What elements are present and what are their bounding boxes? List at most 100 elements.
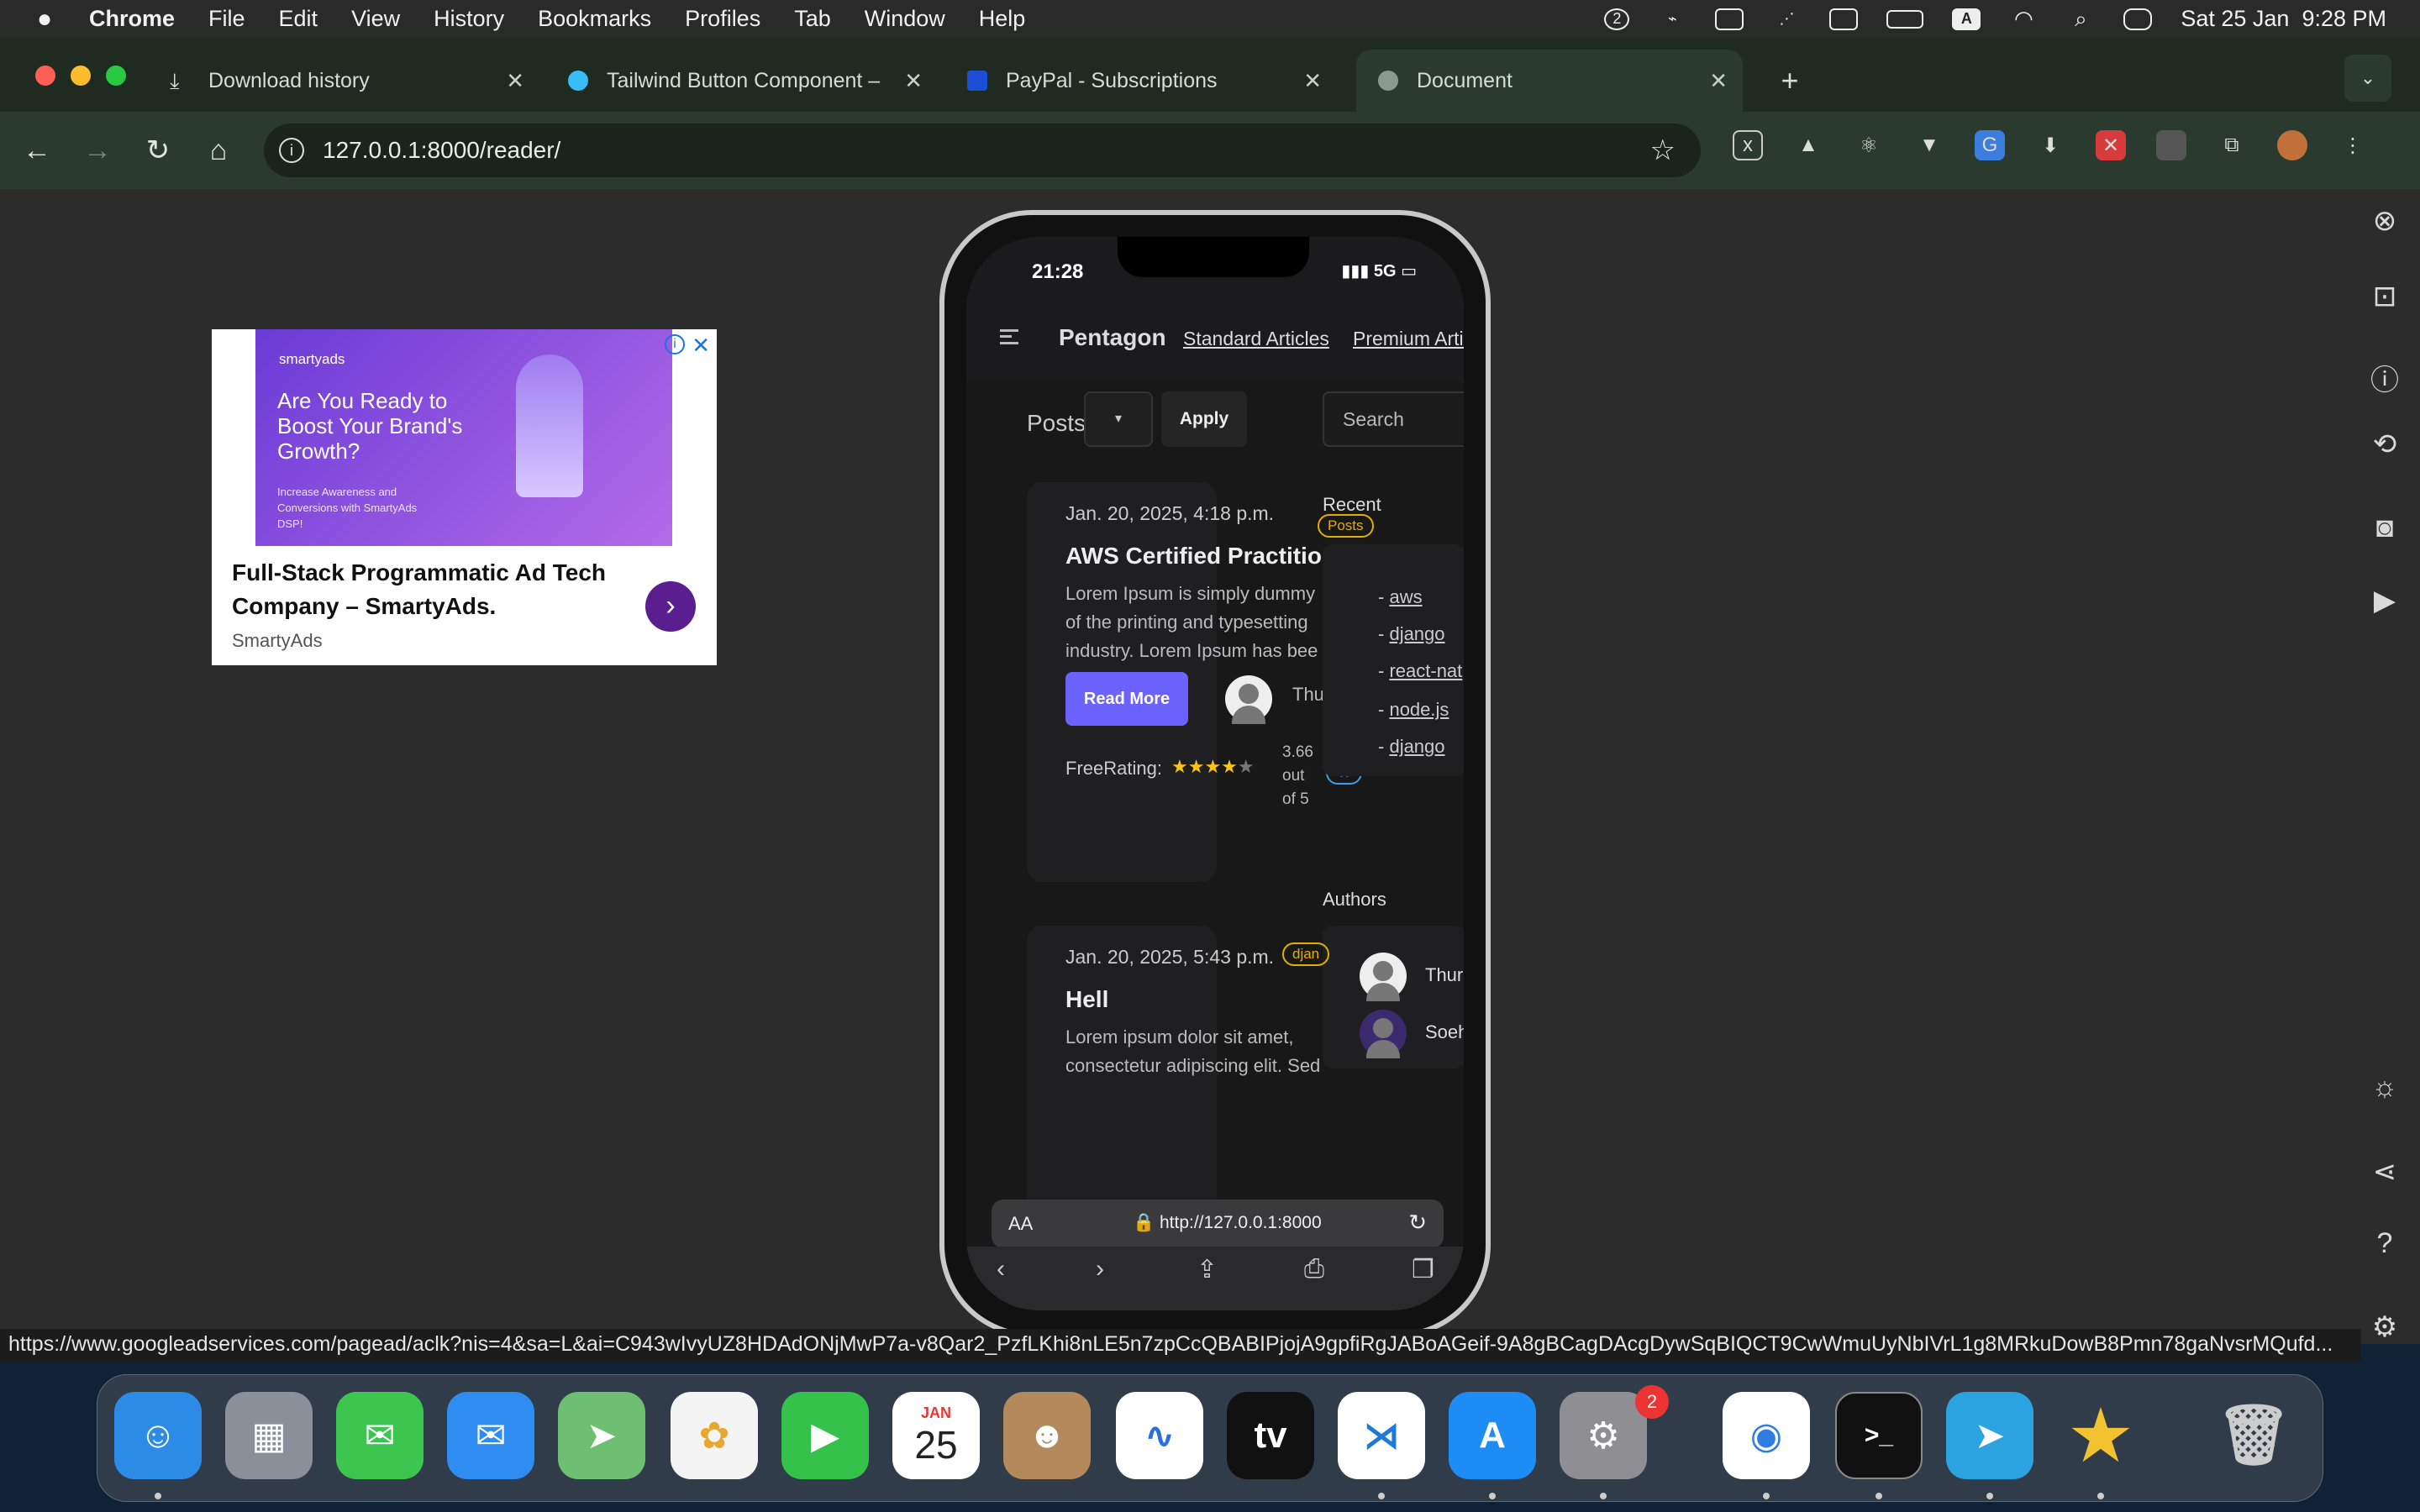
close-window-button[interactable] — [35, 66, 55, 86]
chrome-icon[interactable]: ◉ — [1723, 1392, 1810, 1479]
facetime-icon[interactable]: ▶ — [781, 1392, 869, 1479]
google-translate-icon[interactable]: G — [1975, 130, 2005, 160]
recent-post-link[interactable]: - django — [1378, 623, 1445, 645]
safari-address-bar[interactable]: AA 🔒 http://127.0.0.1:8000 ↻ — [992, 1200, 1444, 1248]
site-brand[interactable]: Pentagon — [1059, 324, 1166, 351]
close-simulator-icon[interactable]: ⊗ — [2360, 204, 2410, 238]
recent-post-link[interactable]: - node.js — [1378, 699, 1449, 721]
freeform-icon[interactable]: ∿ — [1116, 1392, 1203, 1479]
vscode-icon[interactable]: ⋊ — [1338, 1392, 1425, 1479]
terminal-icon[interactable]: >_ — [1835, 1392, 1923, 1479]
menu-help[interactable]: Help — [979, 6, 1026, 32]
chrome-menu-icon[interactable]: ⋮ — [2338, 130, 2368, 160]
menu-tab[interactable]: Tab — [794, 6, 831, 32]
extension-gray-icon[interactable] — [2156, 130, 2186, 160]
recent-post-link[interactable]: - aws — [1378, 586, 1423, 608]
activity-icon[interactable]: ⋰ — [1772, 8, 1801, 30]
battery-icon[interactable] — [1886, 9, 1924, 29]
nav-standard-articles[interactable]: Standard Articles — [1183, 328, 1329, 350]
apply-button[interactable]: Apply — [1161, 391, 1247, 447]
system-settings-icon[interactable]: ⚙ — [1560, 1392, 1647, 1479]
advertisement[interactable]: smartyads Are You Ready to Boost Your Br… — [212, 329, 717, 665]
profile-avatar-icon[interactable] — [2277, 130, 2307, 160]
messages-icon[interactable]: ✉ — [336, 1392, 424, 1479]
ad-close-icon[interactable]: ✕ — [692, 333, 710, 359]
search-input[interactable]: Search — [1323, 391, 1464, 447]
post-title[interactable]: AWS Certified Practition — [1065, 543, 1336, 570]
wifi-icon[interactable]: ◠ — [2009, 6, 2038, 31]
record-video-icon[interactable]: ▶ — [2360, 584, 2410, 617]
extension-angular-icon[interactable]: ▲ — [1793, 130, 1823, 160]
ad-info-icon[interactable]: i — [665, 334, 685, 354]
safari-forward-icon[interactable]: › — [1096, 1255, 1104, 1284]
new-tab-button[interactable]: + — [1765, 50, 1815, 112]
read-more-button[interactable]: Read More — [1065, 672, 1188, 726]
star-app-icon[interactable]: ★ — [2057, 1392, 2144, 1479]
share-icon[interactable]: ⇪ — [1197, 1255, 1218, 1284]
author-avatar[interactable] — [1360, 953, 1407, 1001]
close-tab-icon[interactable]: ✕ — [904, 68, 923, 94]
menu-bookmarks[interactable]: Bookmarks — [538, 6, 651, 32]
post-title[interactable]: Hell — [1065, 986, 1108, 1013]
tab-tailwind[interactable]: Tailwind Button Component – ✕ — [546, 50, 938, 112]
telegram-icon[interactable]: ➤ — [1946, 1392, 2033, 1479]
recent-post-link[interactable]: - react-nat — [1378, 660, 1462, 682]
help-icon[interactable]: ? — [2360, 1227, 2410, 1260]
trash-icon[interactable]: 🗑 — [2210, 1392, 2297, 1479]
contacts-icon[interactable]: ☻ — [1003, 1392, 1091, 1479]
calendar-icon[interactable]: JAN 25 — [892, 1392, 980, 1479]
launchpad-icon[interactable]: ▦ — [225, 1392, 313, 1479]
display-icon[interactable] — [1829, 8, 1859, 30]
menu-history[interactable]: History — [434, 6, 504, 32]
input-source-icon[interactable]: A — [1952, 8, 1981, 30]
tabs-overview-icon[interactable]: ❐ — [1412, 1255, 1434, 1284]
menu-edit[interactable]: Edit — [279, 6, 318, 32]
safari-back-icon[interactable]: ‹ — [997, 1255, 1005, 1284]
hamburger-menu-icon[interactable] — [1000, 329, 1018, 344]
ad-title[interactable]: Full-Stack Programmatic Ad Tech Company … — [232, 556, 610, 623]
nav-premium-articles[interactable]: Premium Artic — [1353, 328, 1464, 350]
close-tab-icon[interactable]: ✕ — [506, 68, 524, 94]
downloader-icon[interactable]: ⬇ — [2035, 130, 2065, 160]
category-select[interactable]: ▾ — [1084, 391, 1153, 447]
control-center-icon[interactable] — [2123, 8, 2153, 30]
menu-window[interactable]: Window — [865, 6, 945, 32]
spotlight-icon[interactable]: ⌕ — [2066, 6, 2095, 31]
finder-icon[interactable]: ☺ — [114, 1392, 202, 1479]
minimize-window-button[interactable] — [71, 66, 91, 86]
memory-icon[interactable] — [1715, 8, 1744, 30]
apple-tv-icon[interactable]: tv — [1227, 1392, 1314, 1479]
address-bar-url[interactable]: 127.0.0.1:8000/reader/ — [323, 137, 560, 164]
device-switch-icon[interactable]: ⊡ — [2360, 280, 2410, 313]
vue-devtools-icon[interactable]: ▼ — [1914, 130, 1944, 160]
maps-icon[interactable]: ➤ — [558, 1392, 645, 1479]
react-devtools-icon[interactable]: ⚛ — [1854, 130, 1884, 160]
post-author[interactable]: Thu — [1292, 684, 1324, 706]
author-name[interactable]: Thur — [1425, 964, 1463, 986]
author-name[interactable]: Soeh — [1425, 1021, 1464, 1043]
info-icon[interactable]: ⓘ — [2360, 357, 2410, 398]
close-tab-icon[interactable]: ✕ — [1303, 68, 1322, 94]
menu-file[interactable]: File — [208, 6, 245, 32]
address-bar[interactable]: i 127.0.0.1:8000/reader/ ☆ — [264, 123, 1701, 177]
creative-cloud-icon[interactable]: 2 — [1604, 8, 1630, 30]
airdrop-icon[interactable]: ⌁ — [1658, 8, 1686, 30]
tab-download-history[interactable]: ⤓ Download history ✕ — [148, 50, 539, 112]
tab-document[interactable]: Document ✕ — [1356, 50, 1743, 112]
extensions-puzzle-icon[interactable]: ⧉ — [2217, 130, 2247, 160]
tab-paypal[interactable]: PayPal - Subscriptions ✕ — [945, 50, 1337, 112]
forward-icon[interactable]: → — [72, 127, 123, 174]
rotate-icon[interactable]: ⟲ — [2360, 428, 2410, 461]
tab-search-icon[interactable]: ⌄ — [2344, 55, 2391, 102]
extension-red-icon[interactable]: ✕ — [2096, 130, 2126, 160]
ad-banner-image[interactable]: smartyads Are You Ready to Boost Your Br… — [255, 329, 672, 546]
brightness-icon[interactable]: ☼ — [2360, 1071, 2410, 1104]
share-link-icon[interactable]: ⋖ — [2360, 1155, 2410, 1189]
extension-x-icon[interactable]: x — [1733, 130, 1763, 160]
safari-reload-icon[interactable]: ↻ — [1408, 1210, 1427, 1236]
zoom-window-button[interactable] — [106, 66, 126, 86]
author-avatar[interactable] — [1360, 1010, 1407, 1058]
settings-gear-icon[interactable]: ⚙ — [2360, 1310, 2410, 1344]
menu-profiles[interactable]: Profiles — [685, 6, 760, 32]
ad-arrow-button[interactable]: › — [645, 581, 696, 632]
